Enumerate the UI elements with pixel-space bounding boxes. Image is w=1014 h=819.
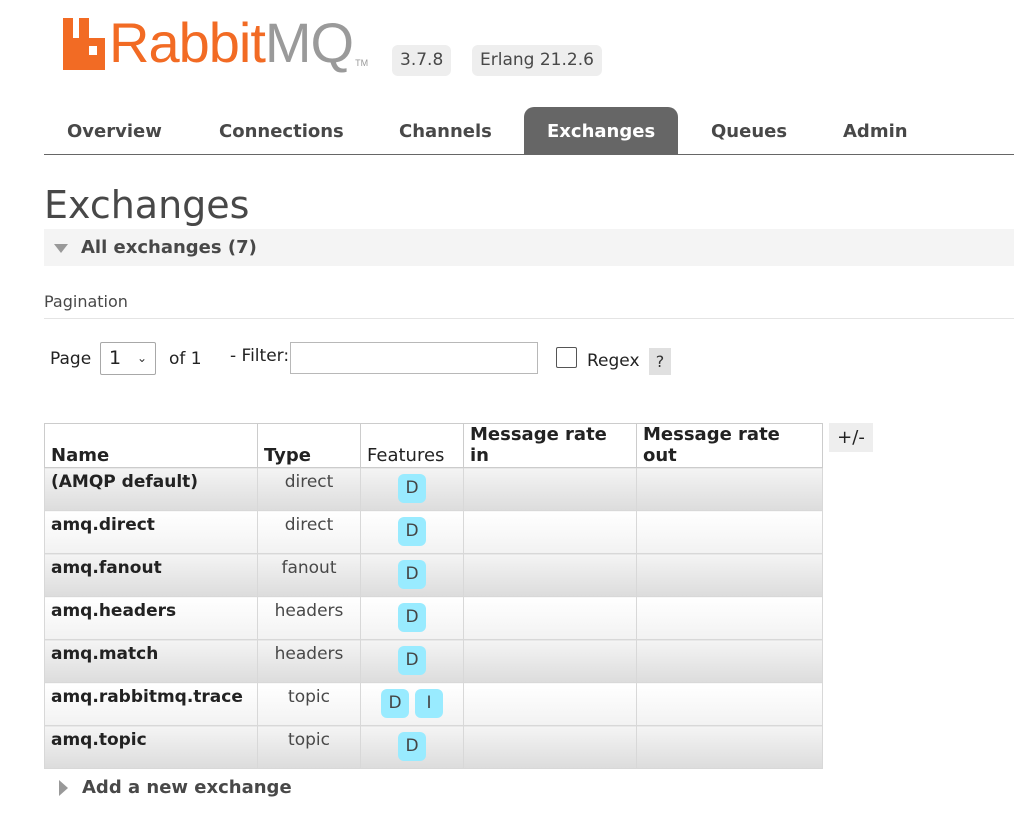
durable-feature-badge: D [398, 603, 426, 632]
tab-channels[interactable]: Channels [376, 107, 515, 154]
exchange-type: fanout [257, 553, 361, 597]
message-rate-in [463, 510, 637, 554]
rabbitmq-logo[interactable]: RabbitMQ TM [61, 15, 369, 71]
column-header-name[interactable]: Name [44, 423, 258, 468]
main-nav-tabs: Overview Connections Channels Exchanges … [44, 107, 1014, 155]
exchange-type: headers [257, 596, 361, 640]
tab-queues[interactable]: Queues [688, 107, 810, 154]
column-header-features: Features [360, 423, 464, 468]
message-rate-out [636, 725, 823, 769]
features-cell: D [360, 725, 464, 769]
collapse-triangle-icon [54, 244, 68, 253]
exchange-name-link[interactable]: amq.direct [44, 510, 258, 554]
table-row: amq.rabbitmq.trace topic DI [44, 682, 823, 726]
exchange-name-link[interactable]: amq.headers [44, 596, 258, 640]
exchange-name-link[interactable]: amq.rabbitmq.trace [44, 682, 258, 726]
erlang-version-badge: Erlang 21.2.6 [472, 45, 602, 76]
message-rate-out [636, 682, 823, 726]
table-row: amq.topic topic D [44, 725, 823, 769]
message-rate-out [636, 596, 823, 640]
features-cell: D [360, 596, 464, 640]
message-rate-in [463, 725, 637, 769]
message-rate-out [636, 510, 823, 554]
message-rate-in [463, 639, 637, 683]
logo-trademark: TM [355, 58, 369, 68]
internal-feature-badge: I [415, 689, 443, 718]
features-cell: D [360, 467, 464, 511]
message-rate-in [463, 596, 637, 640]
regex-help-button[interactable]: ? [649, 348, 671, 375]
exchange-name-link[interactable]: amq.topic [44, 725, 258, 769]
toggle-columns-button[interactable]: +/- [829, 423, 873, 452]
section-title: All exchanges (7) [81, 237, 257, 258]
durable-feature-badge: D [398, 560, 426, 589]
table-row: (AMQP default) direct D [44, 467, 823, 511]
column-header-rate-in: Message rate in [463, 423, 637, 468]
filter-label: - Filter: [230, 346, 290, 366]
all-exchanges-section-toggle[interactable]: All exchanges (7) [44, 229, 1014, 266]
durable-feature-badge: D [398, 517, 426, 546]
durable-feature-badge: D [381, 689, 409, 718]
logo-rabbit-text: Rabbit [109, 11, 266, 74]
tab-admin[interactable]: Admin [820, 107, 931, 154]
table-row: amq.headers headers D [44, 596, 823, 640]
add-exchange-section-toggle[interactable]: Add a new exchange [44, 772, 292, 804]
logo-wordmark: RabbitMQ [109, 15, 354, 71]
features-cell: D [360, 510, 464, 554]
filter-input[interactable] [290, 342, 538, 374]
exchange-name-link[interactable]: amq.match [44, 639, 258, 683]
logo-mq-text: MQ [264, 11, 354, 74]
column-header-type[interactable]: Type [257, 423, 361, 468]
message-rate-out [636, 467, 823, 511]
page-select[interactable]: 1 ⌄ [100, 342, 156, 375]
exchange-type: direct [257, 467, 361, 511]
durable-feature-badge: D [398, 646, 426, 675]
regex-checkbox[interactable] [556, 347, 577, 368]
regex-label: Regex [587, 351, 640, 371]
features-cell: D [360, 553, 464, 597]
page-title: Exchanges [44, 183, 250, 227]
features-cell: D [360, 639, 464, 683]
tab-exchanges[interactable]: Exchanges [524, 107, 679, 154]
table-header-row: Name Type Features Message rate in Messa… [44, 423, 823, 468]
exchange-type: topic [257, 725, 361, 769]
version-badge: 3.7.8 [392, 45, 452, 76]
message-rate-out [636, 639, 823, 683]
message-rate-in [463, 682, 637, 726]
message-rate-in [463, 553, 637, 597]
chevron-down-icon: ⌄ [136, 351, 147, 365]
page-count-label: of 1 [169, 349, 202, 369]
exchange-type: direct [257, 510, 361, 554]
durable-feature-badge: D [398, 474, 426, 503]
rabbit-logo-icon [61, 16, 107, 70]
exchange-type: headers [257, 639, 361, 683]
table-row: amq.direct direct D [44, 510, 823, 554]
exchange-type: topic [257, 682, 361, 726]
tab-overview[interactable]: Overview [44, 107, 185, 154]
table-row: amq.match headers D [44, 639, 823, 683]
exchange-name-link[interactable]: (AMQP default) [44, 467, 258, 511]
column-header-rate-out: Message rate out [636, 423, 823, 468]
exchanges-table: Name Type Features Message rate in Messa… [44, 423, 823, 769]
page-label: Page [50, 349, 92, 369]
expand-triangle-icon [59, 780, 68, 796]
tab-connections[interactable]: Connections [196, 107, 367, 154]
page-select-value: 1 [109, 347, 122, 369]
exchange-name-link[interactable]: amq.fanout [44, 553, 258, 597]
pagination-heading: Pagination [44, 292, 1014, 319]
durable-feature-badge: D [398, 732, 426, 761]
add-exchange-label: Add a new exchange [82, 777, 292, 798]
message-rate-in [463, 467, 637, 511]
message-rate-out [636, 553, 823, 597]
table-row: amq.fanout fanout D [44, 553, 823, 597]
features-cell: DI [360, 682, 464, 726]
